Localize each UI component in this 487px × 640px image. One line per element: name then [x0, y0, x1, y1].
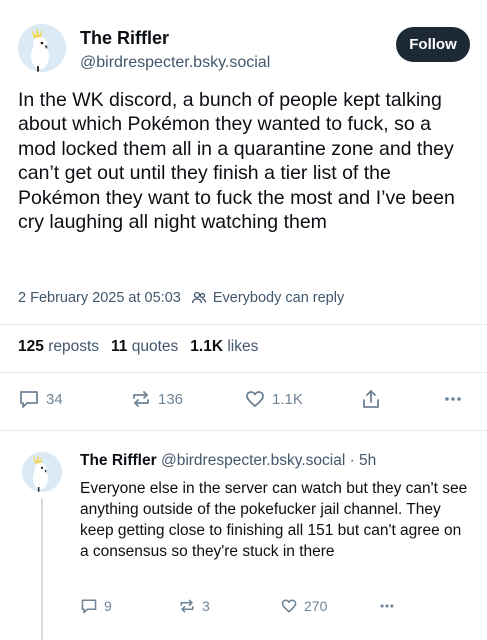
avatar[interactable] — [18, 24, 66, 72]
reply-count: 34 — [46, 390, 63, 408]
follow-button[interactable]: Follow — [396, 27, 470, 62]
like-count: 1.1K — [272, 390, 303, 408]
repost-arrows-icon — [180, 599, 194, 613]
reply-header: The Riffler @birdrespecter.bsky.social ·… — [80, 452, 376, 470]
likes-stat[interactable]: 1.1K likes — [190, 338, 258, 356]
thread-line — [41, 498, 43, 640]
speech-bubble-icon — [20, 391, 38, 408]
reply-age: · 5h — [349, 452, 377, 469]
reply-reply-button[interactable]: 9 — [80, 597, 112, 615]
post-stats: 125 reposts 11 quotes 1.1K likes — [18, 338, 258, 356]
reply-reply-count: 9 — [104, 598, 112, 614]
post-timestamp[interactable]: 2 February 2025 at 05:03 — [18, 290, 181, 306]
heart-icon — [281, 599, 297, 613]
reply-text: Everyone else in the server can watch bu… — [80, 480, 468, 560]
quotes-stat[interactable]: 11 quotes — [111, 338, 178, 356]
post-text: In the WK discord, a bunch of people kep… — [18, 89, 455, 234]
author-name[interactable]: The Riffler — [80, 28, 169, 49]
reply-audience[interactable]: Everybody can reply — [213, 290, 344, 306]
reply-repost-count: 3 — [202, 598, 210, 614]
heart-icon — [246, 391, 264, 407]
repost-count: 136 — [158, 390, 184, 408]
reply-like-button[interactable]: 270 — [280, 597, 327, 615]
reply-author-name[interactable]: The Riffler — [80, 452, 157, 469]
reply-author-handle[interactable]: @birdrespecter.bsky.social — [161, 452, 345, 469]
speech-bubble-icon — [81, 599, 97, 614]
author-handle[interactable]: @birdrespecter.bsky.social — [80, 54, 270, 72]
reply-repost-button[interactable]: 3 — [178, 597, 210, 615]
divider — [0, 324, 487, 325]
divider — [0, 372, 487, 373]
reposts-stat[interactable]: 125 reposts — [18, 338, 99, 356]
more-dots-icon — [380, 604, 394, 608]
reply-like-count: 270 — [304, 598, 328, 614]
post-meta: 2 February 2025 at 05:03 Everybody can r… — [18, 290, 344, 306]
more-options-button[interactable] — [442, 388, 464, 410]
reply-button[interactable]: 34 — [18, 388, 63, 410]
cockatoo-avatar-icon — [18, 24, 66, 72]
share-button[interactable] — [360, 388, 382, 410]
divider — [0, 430, 487, 431]
reply-avatar[interactable] — [22, 452, 62, 492]
like-button[interactable]: 1.1K — [244, 388, 303, 410]
post-actions: 34 136 1.1K — [18, 388, 470, 414]
cockatoo-avatar-icon — [22, 452, 62, 492]
reply-actions: 9 3 270 — [80, 597, 472, 619]
people-icon — [191, 290, 207, 306]
share-icon — [363, 390, 379, 408]
reply-more-options-button[interactable] — [378, 597, 396, 615]
more-dots-icon — [445, 397, 461, 401]
repost-arrows-icon — [133, 391, 149, 407]
repost-button[interactable]: 136 — [130, 388, 183, 410]
